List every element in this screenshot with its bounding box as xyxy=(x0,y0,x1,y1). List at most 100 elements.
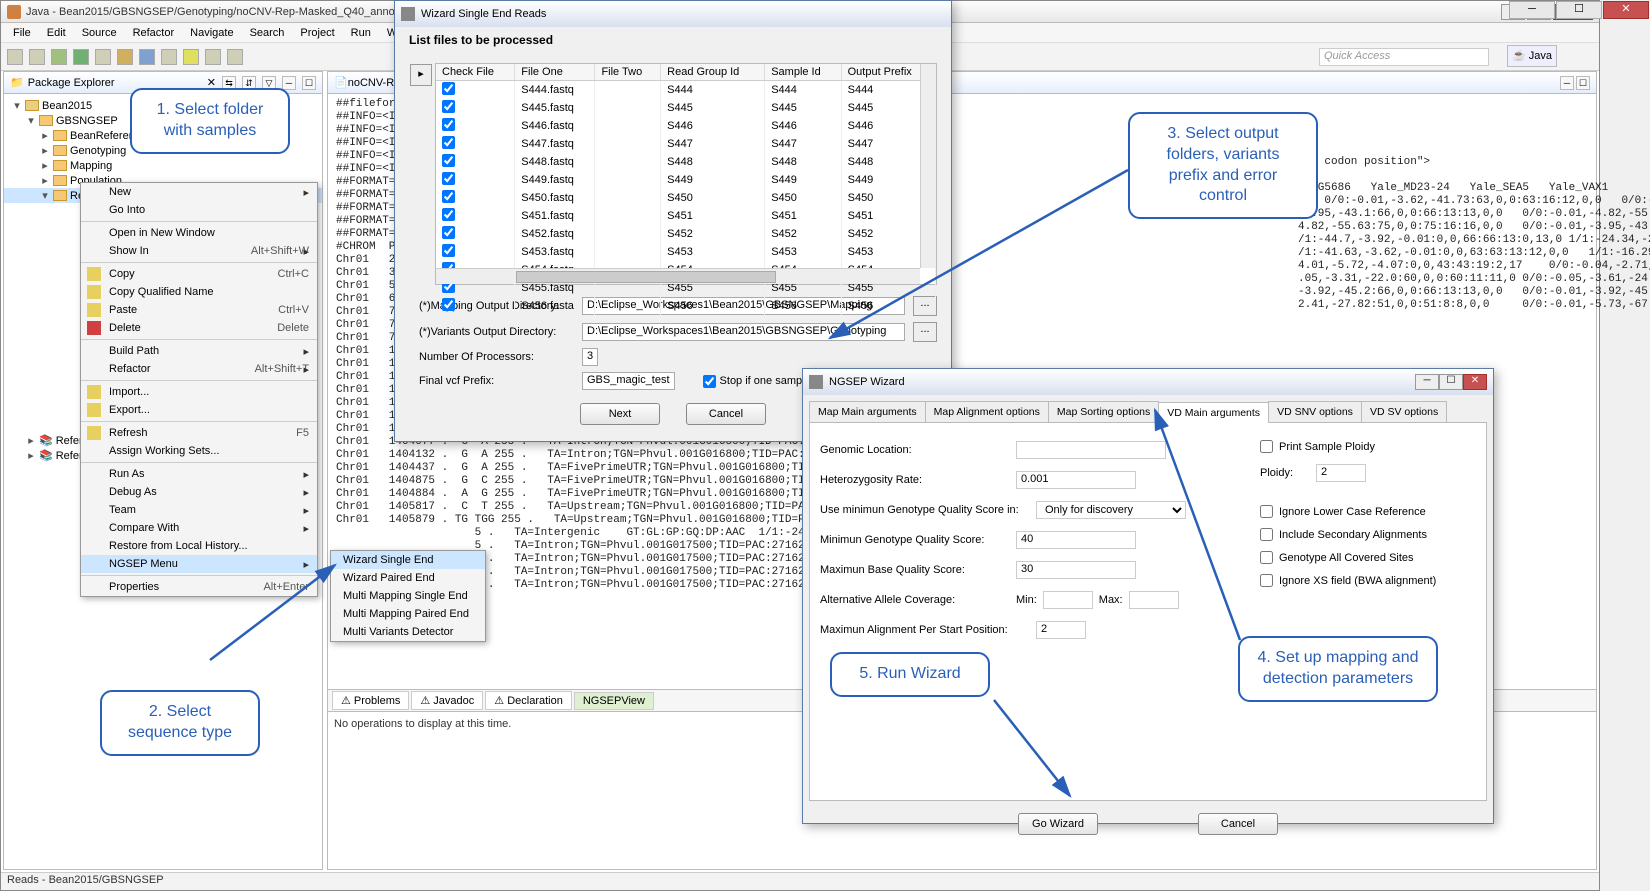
menu-run[interactable]: Run xyxy=(343,25,379,41)
prefix-input[interactable]: GBS_magic_test xyxy=(582,372,675,390)
include-sec-check[interactable] xyxy=(1260,528,1273,541)
go-wizard-button[interactable]: Go Wizard xyxy=(1018,813,1098,835)
sub-multi-mapping-paired-end[interactable]: Multi Mapping Paired End xyxy=(331,605,485,623)
ngsep-cancel-button[interactable]: Cancel xyxy=(1198,813,1278,835)
stop-checkbox[interactable] xyxy=(703,375,716,388)
row-check[interactable] xyxy=(442,118,455,131)
expand-button[interactable]: ▸ xyxy=(410,64,432,86)
quick-access[interactable]: Quick Access xyxy=(1319,48,1489,66)
table-row[interactable]: S452.fastqS452S452S452 xyxy=(436,225,936,243)
table-row[interactable]: S449.fastqS449S449S449 xyxy=(436,171,936,189)
ctx-refresh[interactable]: RefreshF5 xyxy=(81,424,317,442)
minimize-view[interactable]: ─ xyxy=(282,76,296,90)
os-maximize[interactable]: ☐ xyxy=(1556,1,1602,19)
col-sample-id[interactable]: Sample Id xyxy=(765,64,841,81)
col-file-one[interactable]: File One xyxy=(515,64,595,81)
editor-max[interactable]: ☐ xyxy=(1576,76,1590,90)
bottom-tab-problems[interactable]: ⚠ Problems xyxy=(332,691,409,710)
col-file-two[interactable]: File Two xyxy=(595,64,661,81)
ploidy-input[interactable]: 2 xyxy=(1316,464,1366,482)
maximize-view[interactable]: ☐ xyxy=(302,76,316,90)
maxbase-input[interactable]: 30 xyxy=(1016,561,1136,579)
menu-navigate[interactable]: Navigate xyxy=(182,25,241,41)
tool-save[interactable] xyxy=(29,49,45,65)
perspective-java[interactable]: ☕ Java xyxy=(1507,45,1557,67)
menu-refactor[interactable]: Refactor xyxy=(125,25,183,41)
ngsep-close[interactable]: ✕ xyxy=(1463,374,1487,390)
ctx-ngsep-menu[interactable]: NGSEP Menu▸ xyxy=(81,555,317,573)
row-check[interactable] xyxy=(442,154,455,167)
table-row[interactable]: S456 fastaS456S456S456 xyxy=(436,297,936,315)
row-check[interactable] xyxy=(442,172,455,185)
table-row[interactable]: S445.fastqS445S445S445 xyxy=(436,99,936,117)
print-ploidy-check[interactable] xyxy=(1260,440,1273,453)
row-check[interactable] xyxy=(442,136,455,149)
ctx-show-in[interactable]: Show InAlt+Shift+W▸ xyxy=(81,242,317,260)
var-out-input[interactable]: D:\Eclipse_Workspaces1\Bean2015\GBSNGSEP… xyxy=(582,323,905,341)
ngsep-max[interactable]: ☐ xyxy=(1439,374,1463,390)
table-row[interactable]: S447.fastqS447S447S447 xyxy=(436,135,936,153)
tool-run[interactable] xyxy=(73,49,89,65)
ctx-go-into[interactable]: Go Into xyxy=(81,201,317,219)
row-check[interactable] xyxy=(442,100,455,113)
cancel-button[interactable]: Cancel xyxy=(686,403,766,425)
hetero-input[interactable]: 0.001 xyxy=(1016,471,1136,489)
ctx-copy-qualified-name[interactable]: Copy Qualified Name xyxy=(81,283,317,301)
tab-vd-snv-options[interactable]: VD SNV options xyxy=(1268,401,1362,422)
row-check[interactable] xyxy=(442,82,455,95)
tree-folder-mapping[interactable]: ▸Mapping xyxy=(4,158,322,173)
ctx-build-path[interactable]: Build Path▸ xyxy=(81,342,317,360)
ctx-compare-with[interactable]: Compare With▸ xyxy=(81,519,317,537)
scrollbar-x[interactable] xyxy=(436,268,920,284)
ignore-xs-check[interactable] xyxy=(1260,574,1273,587)
ctx-open-in-new-window[interactable]: Open in New Window xyxy=(81,224,317,242)
sub-multi-variants-detector[interactable]: Multi Variants Detector xyxy=(331,623,485,641)
tab-vd-main-arguments[interactable]: VD Main arguments xyxy=(1158,402,1269,423)
ngsep-min[interactable]: ─ xyxy=(1415,374,1439,390)
next-button[interactable]: Next xyxy=(580,403,660,425)
os-close[interactable]: ✕ xyxy=(1603,1,1649,19)
mingeno-input[interactable]: 40 xyxy=(1016,531,1136,549)
tool-search[interactable] xyxy=(183,49,199,65)
table-row[interactable]: S444.fastqS444S444S444 xyxy=(436,81,936,100)
ctx-delete[interactable]: DeleteDelete xyxy=(81,319,317,337)
usemin-select[interactable]: Only for discovery xyxy=(1036,501,1186,519)
ctx-import-[interactable]: Import... xyxy=(81,383,317,401)
scrollbar-y[interactable] xyxy=(920,64,936,268)
bottom-tab-javadoc[interactable]: ⚠ Javadoc xyxy=(411,691,483,710)
editor-min[interactable]: ─ xyxy=(1560,76,1574,90)
ctx-team[interactable]: Team▸ xyxy=(81,501,317,519)
sub-wizard-single-end[interactable]: Wizard Single End xyxy=(331,551,485,569)
ctx-new[interactable]: New▸ xyxy=(81,183,317,201)
ctx-run-as[interactable]: Run As▸ xyxy=(81,465,317,483)
col-check-file[interactable]: Check File xyxy=(436,64,515,81)
tool-fwd[interactable] xyxy=(227,49,243,65)
col-read-group-id[interactable]: Read Group Id xyxy=(661,64,765,81)
menu-source[interactable]: Source xyxy=(74,25,125,41)
bottom-tab-ngsepview[interactable]: NGSEPView xyxy=(574,692,654,710)
ctx-assign-working-sets-[interactable]: Assign Working Sets... xyxy=(81,442,317,460)
table-row[interactable]: S446.fastqS446S446S446 xyxy=(436,117,936,135)
ctx-properties[interactable]: PropertiesAlt+Enter xyxy=(81,578,317,596)
geno-all-check[interactable] xyxy=(1260,551,1273,564)
row-check[interactable] xyxy=(442,208,455,221)
var-out-browse[interactable]: ... xyxy=(913,322,937,342)
alt-max-input[interactable] xyxy=(1129,591,1179,609)
tool-ext[interactable] xyxy=(95,49,111,65)
ctx-paste[interactable]: PasteCtrl+V xyxy=(81,301,317,319)
sub-multi-mapping-single-end[interactable]: Multi Mapping Single End xyxy=(331,587,485,605)
tab-map-alignment-options[interactable]: Map Alignment options xyxy=(925,401,1049,422)
proc-input[interactable]: 3 xyxy=(582,348,598,366)
tab-map-sorting-options[interactable]: Map Sorting options xyxy=(1048,401,1159,422)
table-row[interactable]: S453.fastqS453S453S453 xyxy=(436,243,936,261)
os-minimize[interactable]: ─ xyxy=(1509,1,1555,19)
tool-open[interactable] xyxy=(161,49,177,65)
maxalign-input[interactable]: 2 xyxy=(1036,621,1086,639)
menu-search[interactable]: Search xyxy=(242,25,293,41)
row-check[interactable] xyxy=(442,190,455,203)
sub-wizard-paired-end[interactable]: Wizard Paired End xyxy=(331,569,485,587)
bottom-tab-declaration[interactable]: ⚠ Declaration xyxy=(485,691,572,710)
ctx-export-[interactable]: Export... xyxy=(81,401,317,419)
tool-new[interactable] xyxy=(7,49,23,65)
tool-back[interactable] xyxy=(205,49,221,65)
